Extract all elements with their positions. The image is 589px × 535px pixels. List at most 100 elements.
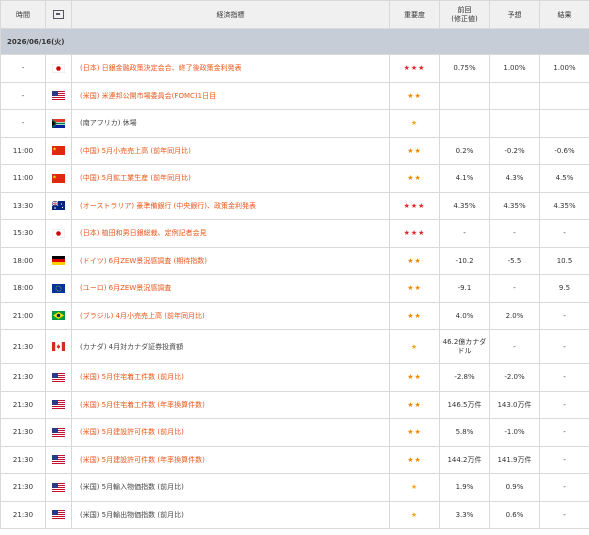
result-value: -0.6% (539, 136, 589, 165)
indicator-name[interactable]: (米国) 米連邦公開市場委員会(FOMC)1日目 (71, 81, 390, 110)
indicator-name: (カナダ) 4月対カナダ証券投資額 (71, 329, 390, 364)
header-row: 時間 経済指標 重要度 前回 (修正値) 予想 結果 (0, 0, 589, 29)
importance-stars: ★★ (389, 81, 440, 110)
previous-value: 1.9% (439, 473, 490, 502)
header-forecast: 予想 (489, 0, 540, 29)
result-value: - (539, 445, 589, 474)
flag-cell (45, 301, 72, 330)
forecast-value (489, 109, 540, 138)
importance-stars: ★ (389, 500, 440, 529)
indicator-name[interactable]: (ブラジル) 4月小売売上高 (前年同月比) (71, 301, 390, 330)
time-cell: - (0, 54, 46, 83)
eu-flag-icon (52, 283, 65, 293)
flag-cell (45, 363, 72, 392)
result-value: - (539, 418, 589, 447)
flag-cell (45, 81, 72, 110)
forecast-value: - (489, 274, 540, 303)
importance-stars: ★★★ (389, 54, 440, 83)
indicator-name[interactable]: (中国) 5月鉱工業生産 (前年同月比) (71, 164, 390, 193)
time-cell: 15:30 (0, 219, 46, 248)
indicator-name[interactable]: (米国) 5月住宅着工件数 (前月比) (71, 363, 390, 392)
indicator-name: (米国) 5月輸入物価指数 (前月比) (71, 473, 390, 502)
header-importance: 重要度 (389, 0, 440, 29)
indicator-name[interactable]: (日本) 植田和男日銀総裁、定例記者会見 (71, 219, 390, 248)
previous-value: 146.5万件 (439, 390, 490, 419)
indicator-name: (南アフリカ) 休場 (71, 109, 390, 138)
importance-stars: ★ (389, 109, 440, 138)
forecast-value: 141.9万件 (489, 445, 540, 474)
us-flag-icon (52, 455, 65, 465)
previous-value: - (439, 219, 490, 248)
indicator-name[interactable]: (ユーロ) 6月ZEW景況感調査 (71, 274, 390, 303)
result-value: 4.5% (539, 164, 589, 193)
previous-value (439, 81, 490, 110)
flag-cell (45, 191, 72, 220)
flag-cell (45, 274, 72, 303)
indicator-name[interactable]: (中国) 5月小売売上高 (前年同月比) (71, 136, 390, 165)
importance-stars: ★ (389, 329, 440, 364)
flag-cell (45, 54, 72, 83)
economic-calendar-table: 時間 経済指標 重要度 前回 (修正値) 予想 結果 2026/06/16(火) … (0, 0, 589, 529)
header-indicator: 経済指標 (71, 0, 390, 29)
forecast-value: 143.0万件 (489, 390, 540, 419)
table-row: 21:30 (米国) 5月輸入物価指数 (前月比) ★ 1.9% 0.9% - (0, 473, 589, 502)
forecast-value: - (489, 329, 540, 364)
time-cell: 21:30 (0, 329, 46, 364)
time-cell: 21:30 (0, 390, 46, 419)
importance-stars: ★★★ (389, 219, 440, 248)
importance-stars: ★ (389, 473, 440, 502)
table-row: 21:30 (米国) 5月輸出物価指数 (前月比) ★ 3.3% 0.6% - (0, 500, 589, 529)
time-cell: 21:30 (0, 418, 46, 447)
indicator-name[interactable]: (ドイツ) 6月ZEW景況感調査 (期待指数) (71, 246, 390, 275)
indicator-name[interactable]: (米国) 5月住宅着工件数 (年率換算件数) (71, 390, 390, 419)
importance-stars: ★★ (389, 390, 440, 419)
importance-stars: ★★ (389, 445, 440, 474)
indicator-name[interactable]: (日本) 日銀金融政策決定会合、終了後政策金利発表 (71, 54, 390, 83)
importance-stars: ★★ (389, 418, 440, 447)
previous-value: -10.2 (439, 246, 490, 275)
header-flag (45, 0, 72, 29)
indicator-name: (米国) 5月輸出物価指数 (前月比) (71, 500, 390, 529)
table-row: - (南アフリカ) 休場 ★ (0, 109, 589, 138)
indicator-name[interactable]: (オーストラリア) 豪準備銀行 (中央銀行)、政策金利発表 (71, 191, 390, 220)
flag-cell (45, 500, 72, 529)
header-result: 結果 (539, 0, 589, 29)
time-cell: - (0, 109, 46, 138)
flag-cell (45, 445, 72, 474)
table-row: 18:00 (ドイツ) 6月ZEW景況感調査 (期待指数) ★★ -10.2 -5.5 1… (0, 246, 589, 275)
result-value: - (539, 219, 589, 248)
table-row: 21:00 (ブラジル) 4月小売売上高 (前年同月比) ★★ 4.0% 2.0% - (0, 301, 589, 330)
time-cell: 11:00 (0, 136, 46, 165)
importance-stars: ★★★ (389, 191, 440, 220)
forecast-value: 4.3% (489, 164, 540, 193)
previous-value: 0.75% (439, 54, 490, 83)
us-flag-icon (52, 91, 65, 101)
previous-value: 4.35% (439, 191, 490, 220)
forecast-value (489, 81, 540, 110)
previous-value: -9.1 (439, 274, 490, 303)
previous-value: 4.0% (439, 301, 490, 330)
header-previous: 前回 (修正値) (439, 0, 490, 29)
table-row: 13:30 (オーストラリア) 豪準備銀行 (中央銀行)、政策金利発表 ★★★ 4.3… (0, 191, 589, 220)
australia-flag-icon (51, 200, 65, 211)
time-cell: 18:00 (0, 274, 46, 303)
germany-flag-icon (52, 256, 65, 266)
result-value: - (539, 329, 589, 364)
time-cell: 21:30 (0, 363, 46, 392)
flag-cell (45, 246, 72, 275)
japan-flag-icon (51, 63, 66, 73)
table-row: 21:30 (米国) 5月住宅着工件数 (前月比) ★★ -2.8% -2.0% - (0, 363, 589, 392)
indicator-name[interactable]: (米国) 5月建設許可件数 (前月比) (71, 418, 390, 447)
result-value: - (539, 363, 589, 392)
result-value: 4.35% (539, 191, 589, 220)
time-cell: 11:00 (0, 164, 46, 193)
previous-value: 4.1% (439, 164, 490, 193)
canada-flag-icon (52, 342, 65, 351)
us-flag-icon (52, 372, 65, 382)
flag-cell (45, 109, 72, 138)
flag-cell (45, 136, 72, 165)
time-cell: 21:30 (0, 445, 46, 474)
forecast-value: 0.6% (489, 500, 540, 529)
time-cell: 21:00 (0, 301, 46, 330)
indicator-name[interactable]: (米国) 5月建設許可件数 (年率換算件数) (71, 445, 390, 474)
